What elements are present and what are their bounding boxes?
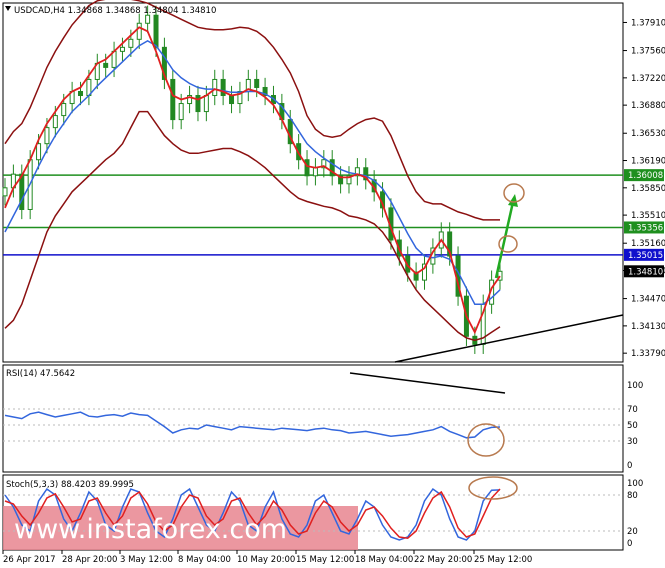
time-tick-label: 25 May 12:00	[474, 555, 532, 565]
candle-body	[153, 14, 159, 48]
price-tick-label: 1.37910	[631, 18, 665, 28]
level-label: 1.36008	[628, 171, 663, 181]
time-axis: 26 Apr 2017 28 Apr 20:00 3 May 12:00 8 May …	[2, 550, 532, 565]
rsi-header: RSI(14) 47.5642	[6, 369, 75, 379]
candle-body	[119, 46, 125, 52]
candle-body	[78, 90, 84, 97]
candle-body	[178, 103, 184, 121]
price-tick-label: 1.37220	[631, 74, 665, 84]
level-label: 1.35356	[628, 223, 663, 233]
candle-body	[136, 22, 142, 40]
time-tick-label: 3 May 12:00	[120, 555, 173, 565]
time-tick-label: 10 May 20:00	[237, 555, 295, 565]
level-label: 1.34810	[628, 267, 663, 277]
price-tick-label: 1.34470	[631, 295, 665, 305]
stoch-tick-label: 100	[627, 479, 643, 489]
time-tick-label: 15 May 12:00	[296, 555, 354, 565]
stoch-header: Stoch(5,3,3) 88.4203 89.9995	[6, 480, 134, 490]
rsi-tick-label: 50	[627, 421, 638, 431]
candle-body	[254, 78, 260, 88]
main-panel-frame	[2, 2, 624, 363]
price-tick-label: 1.37560	[631, 47, 665, 57]
candle-body	[304, 159, 310, 177]
candle-body	[44, 127, 50, 145]
rsi-tick-label: 70	[627, 405, 638, 415]
price-tick-label: 1.36880	[631, 101, 665, 111]
candle-body	[312, 167, 318, 177]
price-axis: 1.37910 1.37560 1.37220 1.36880 1.36530 1.361…	[623, 18, 665, 549]
candle-body	[203, 95, 209, 113]
price-tick-label: 1.35510	[631, 211, 665, 221]
price-tick-label: 1.33790	[631, 349, 665, 359]
symbol-header: USDCAD,H4 1.34868 1.34868 1.34804 1.3481…	[14, 6, 216, 16]
candle-body	[103, 62, 109, 68]
candle-body	[61, 103, 67, 117]
candle-body	[145, 14, 151, 24]
rsi-tick-label: 30	[627, 437, 638, 447]
trading-chart: 1.37910 1.37560 1.37220 1.36880 1.36530 1.361…	[0, 0, 665, 568]
time-tick-label: 18 May 04:00	[355, 555, 413, 565]
stoch-tick-label: 0	[627, 539, 632, 549]
candle-body	[2, 187, 8, 197]
candle-body	[36, 143, 42, 161]
candle-body	[170, 78, 176, 121]
price-tick-label: 1.36530	[631, 129, 665, 139]
level-label: 1.35015	[628, 251, 663, 261]
time-tick-label: 22 May 20:00	[414, 555, 472, 565]
rsi-tick-label: 0	[627, 461, 632, 471]
candle-body	[128, 38, 134, 48]
rsi-tick-label: 100	[627, 381, 643, 391]
candle-body	[52, 115, 58, 129]
time-tick-label: 28 Apr 20:00	[62, 555, 117, 565]
stoch-tick-label: 80	[627, 491, 638, 501]
candle-body	[212, 78, 218, 97]
time-tick-label: 8 May 04:00	[178, 555, 231, 565]
price-tick-label: 1.34130	[631, 322, 665, 332]
candle-body	[229, 95, 235, 105]
stoch-tick-label: 20	[627, 527, 638, 537]
price-tick-label: 1.36190	[631, 157, 665, 167]
price-tick-label: 1.35850	[631, 184, 665, 194]
time-tick-label: 26 Apr 2017	[3, 555, 56, 565]
price-tick-label: 1.35160	[631, 239, 665, 249]
rsi-panel-frame	[2, 364, 624, 473]
chart-canvas: 1.37910 1.37560 1.37220 1.36880 1.36530 1.361…	[2, 0, 665, 565]
watermark-text: www.instaforex.com	[14, 514, 287, 545]
